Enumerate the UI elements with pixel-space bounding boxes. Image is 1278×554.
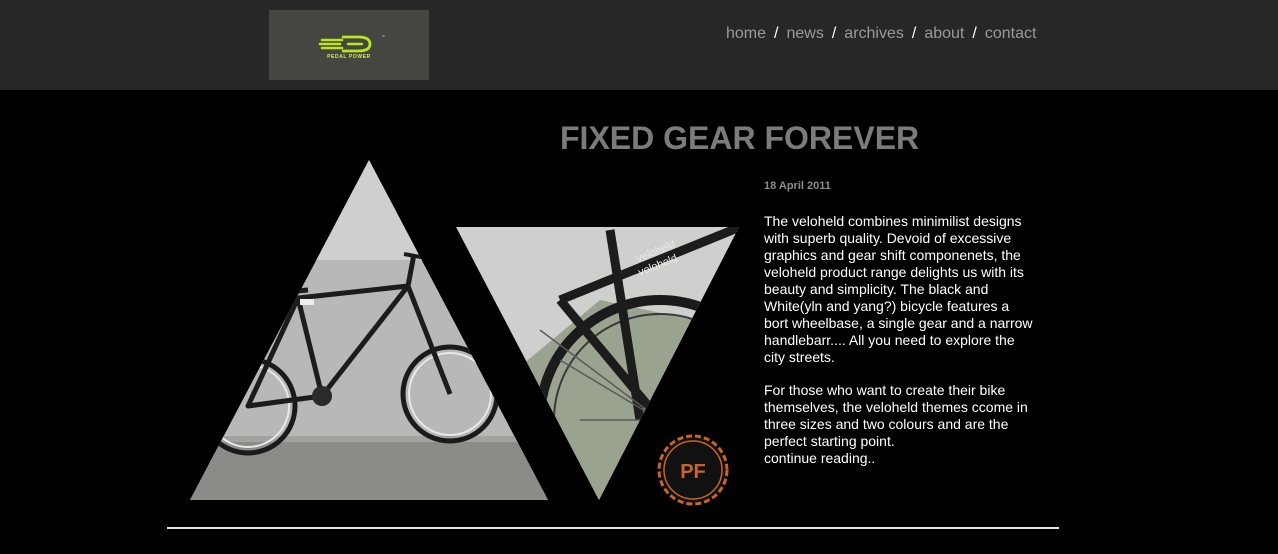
nav-separator: / <box>911 25 917 42</box>
continue-reading-link[interactable]: continue reading.. <box>764 450 875 466</box>
badge-text: PF <box>680 461 706 483</box>
nav-separator: / <box>972 25 977 42</box>
article-date: 18 April 2011 <box>764 180 831 192</box>
main-nav: home / news / archives / about / contact <box>726 24 1036 44</box>
content-divider <box>167 527 1059 529</box>
nav-separator: / <box>831 25 837 42</box>
nav-archives[interactable]: archives <box>844 25 904 43</box>
bicycle-triangles-image: veloheld veloheld PF <box>190 160 739 506</box>
article-paragraph: For those who want to create their bike … <box>764 382 1034 467</box>
left-triangle-photo <box>190 160 548 500</box>
pf-badge-icon: PF <box>657 434 729 506</box>
article-paragraph-text: For those who want to create their bike … <box>764 382 1028 449</box>
article-paragraph: The veloheld combines minimilist designs… <box>764 213 1033 365</box>
nav-news[interactable]: news <box>786 25 823 43</box>
nav-contact[interactable]: contact <box>985 25 1037 43</box>
article-body: The veloheld combines minimilist designs… <box>764 213 1034 483</box>
nav-separator: / <box>774 25 779 42</box>
nav-about[interactable]: about <box>924 25 964 43</box>
